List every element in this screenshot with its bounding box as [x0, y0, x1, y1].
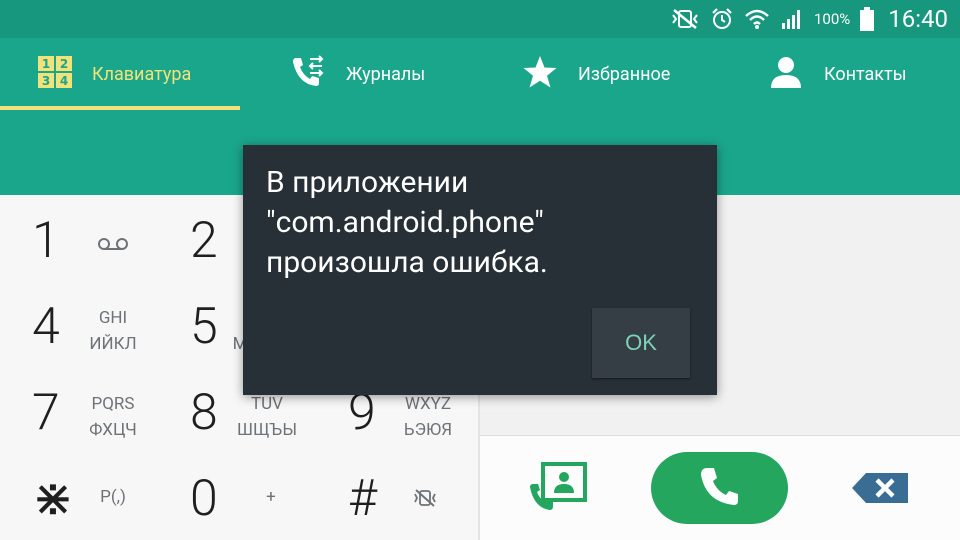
key-4[interactable]: 4 GHI ИЙКЛ — [6, 285, 156, 371]
key-digit: 2 — [190, 212, 218, 270]
voicemail-icon — [98, 236, 128, 255]
error-message: В приложении "com.android.phone" произош… — [266, 165, 548, 280]
key-letters: TUV ШЩЪЫ — [236, 394, 298, 440]
alarm-icon — [710, 7, 734, 31]
keypad-grid-icon: 1 2 3 4 — [38, 55, 72, 93]
svg-text:3: 3 — [42, 74, 50, 88]
tab-contacts-label: Контакты — [824, 63, 907, 85]
tab-keypad-label: Клавиатура — [92, 63, 192, 85]
key-digit: 1 — [32, 212, 60, 270]
key-digit: # — [348, 470, 378, 528]
mute-vibrate-icon — [670, 8, 700, 30]
key-hash[interactable]: # — [322, 457, 472, 540]
svg-text:2: 2 — [60, 57, 68, 71]
vibrate-mute-icon — [412, 489, 438, 511]
star-icon — [522, 55, 558, 94]
tab-favorites[interactable]: Избранное — [522, 38, 670, 110]
key-7[interactable]: 7 PQRS ФХЦЧ — [6, 371, 156, 457]
signal-icon — [780, 8, 804, 30]
tab-bar: 1 2 3 4 Клавиатура Журналы Избранное Кон… — [0, 38, 960, 110]
key-letters: PQRS ФХЦЧ — [89, 394, 137, 440]
backspace-icon — [852, 473, 908, 507]
battery-percent: 100% — [813, 10, 851, 28]
call-log-icon — [290, 54, 326, 94]
key-letters: GHI ИЙКЛ — [89, 308, 137, 354]
key-digit: ⋇ — [32, 470, 74, 528]
key-1[interactable]: 1 — [6, 199, 156, 285]
tab-logs-label: Журналы — [346, 63, 426, 85]
key-digit: 7 — [32, 384, 60, 442]
backspace-button[interactable] — [852, 473, 908, 507]
battery-icon — [860, 7, 875, 31]
ok-button[interactable]: OK — [592, 308, 690, 378]
key-digit: 4 — [32, 298, 60, 356]
clock: 16:40 — [888, 5, 948, 33]
key-0[interactable]: 0 + — [164, 457, 314, 540]
status-icons: 100% 16:40 — [670, 0, 948, 38]
svg-text:4: 4 — [60, 74, 68, 88]
key-letters: WXYZ ЬЭЮЯ — [403, 394, 453, 440]
key-letters: + — [266, 487, 276, 507]
key-digit: 0 — [190, 470, 218, 528]
tab-favorites-label: Избранное — [578, 63, 671, 85]
key-letters: P(,) — [100, 487, 126, 507]
tab-keypad[interactable]: 1 2 3 4 Клавиатура — [38, 38, 191, 110]
phone-icon — [700, 466, 740, 510]
add-contact-button[interactable] — [529, 462, 587, 518]
wifi-icon — [744, 8, 770, 30]
key-digit: 5 — [190, 298, 218, 356]
call-button[interactable] — [651, 452, 788, 524]
person-icon — [768, 55, 804, 94]
key-digit: 8 — [190, 384, 218, 442]
key-star[interactable]: ⋇ P(,) — [6, 457, 156, 540]
contact-card-icon — [529, 462, 587, 518]
tab-logs[interactable]: Журналы — [290, 38, 425, 110]
tab-contacts[interactable]: Контакты — [768, 38, 907, 110]
status-bar: 100% 16:40 — [0, 0, 960, 38]
svg-text:1: 1 — [42, 57, 50, 71]
error-dialog: В приложении "com.android.phone" произош… — [243, 145, 717, 395]
